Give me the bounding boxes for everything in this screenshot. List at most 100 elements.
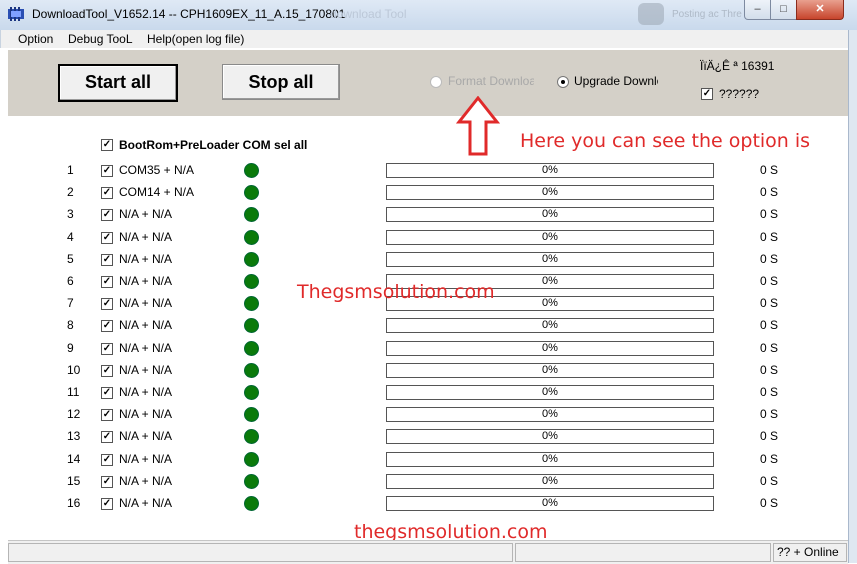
port-checkbox[interactable]: ✓	[101, 231, 113, 244]
port-checkbox[interactable]: ✓	[101, 409, 113, 422]
status-led-icon	[244, 274, 259, 289]
progress-bar: 0%	[386, 163, 714, 178]
elapsed-time: 0 S	[760, 473, 779, 488]
port-label: COM14 + N/A	[119, 185, 195, 200]
port-label: N/A + N/A	[119, 207, 173, 222]
up-arrow-annotation-icon	[456, 96, 500, 156]
row-number: 10	[67, 362, 81, 377]
option-checkbox-label: ??????	[719, 87, 760, 101]
elapsed-time: 0 S	[760, 496, 779, 510]
port-checkbox[interactable]: ✓	[101, 475, 113, 488]
progress-bar: 0%	[386, 229, 714, 245]
port-checkbox[interactable]: ✓	[101, 209, 113, 222]
background-thumbnail	[638, 3, 664, 25]
row-number: 14	[67, 451, 81, 466]
port-checkbox[interactable]: ✓	[101, 298, 113, 311]
select-all-checkbox[interactable]: ✓	[101, 139, 113, 151]
port-label: N/A + N/A	[119, 340, 173, 355]
port-checkbox[interactable]: ✓	[101, 253, 113, 266]
port-label: N/A + N/A	[119, 296, 173, 311]
status-cell-2	[515, 543, 771, 562]
minimize-button[interactable]: –	[744, 0, 771, 20]
elapsed-time: 0 S	[760, 385, 779, 399]
port-label: N/A + N/A	[119, 451, 173, 466]
row-number: 15	[67, 473, 81, 488]
port-checkbox[interactable]: ✓	[101, 342, 113, 355]
format-download-radio[interactable]	[430, 76, 442, 88]
port-label: N/A + N/A	[119, 385, 173, 399]
close-button[interactable]: ✕	[796, 0, 844, 20]
elapsed-time: 0 S	[760, 362, 779, 377]
status-led-icon	[244, 229, 259, 245]
annotation-note: Here you can see the option is	[520, 130, 811, 152]
status-cell-1	[8, 543, 513, 562]
port-label: N/A + N/A	[119, 473, 173, 488]
progress-bar: 0%	[386, 451, 714, 467]
format-download-label: Format Download	[448, 74, 534, 88]
port-label: N/A + N/A	[119, 318, 173, 333]
status-bar: ?? + Online	[8, 540, 848, 564]
row-number: 3	[67, 207, 74, 222]
port-label: N/A + N/A	[119, 496, 173, 510]
progress-bar: 0%	[386, 496, 714, 511]
port-label: N/A + N/A	[119, 274, 173, 288]
progress-bar: 0%	[386, 429, 714, 445]
status-led-icon	[244, 251, 259, 267]
stop-all-button[interactable]: Stop all	[222, 64, 340, 100]
elapsed-time: 0 S	[760, 251, 779, 266]
elapsed-time: 0 S	[760, 229, 779, 244]
port-label: N/A + N/A	[119, 429, 173, 444]
port-label: N/A + N/A	[119, 251, 173, 266]
title-bar[interactable]: DownloadTool_V1652.14 -- CPH1609EX_11_A.…	[0, 0, 857, 31]
progress-bar: 0%	[386, 318, 714, 334]
port-checkbox[interactable]: ✓	[101, 187, 113, 200]
online-status: ?? + Online	[777, 545, 839, 559]
status-led-icon	[244, 385, 259, 400]
port-checkbox[interactable]: ✓	[101, 498, 113, 510]
row-number: 7	[67, 296, 74, 311]
menu-option[interactable]: Option	[18, 32, 53, 46]
progress-bar: 0%	[386, 207, 714, 223]
status-led-icon	[244, 451, 259, 467]
option-checkbox[interactable]: ✓	[701, 88, 713, 100]
port-checkbox[interactable]: ✓	[101, 276, 113, 288]
menu-bar: Option Debug TooL Help(open log file)	[0, 30, 849, 48]
status-led-icon	[244, 318, 259, 334]
start-all-button[interactable]: Start all	[58, 64, 178, 102]
port-checkbox[interactable]: ✓	[101, 320, 113, 333]
elapsed-time: 0 S	[760, 296, 779, 311]
row-number: 5	[67, 251, 74, 266]
status-led-icon	[244, 163, 259, 178]
row-number: 4	[67, 229, 74, 244]
elapsed-time: 0 S	[760, 340, 779, 355]
menu-help[interactable]: Help(open log file)	[147, 32, 244, 46]
status-led-icon	[244, 496, 259, 511]
progress-bar: 0%	[386, 362, 714, 378]
status-led-icon	[244, 340, 259, 356]
progress-bar: 0%	[386, 473, 714, 489]
progress-bar: 0%	[386, 407, 714, 423]
row-number: 13	[67, 429, 81, 444]
upgrade-download-label: Upgrade Download	[574, 74, 658, 88]
port-label: N/A + N/A	[119, 362, 173, 377]
status-led-icon	[244, 296, 259, 312]
maximize-button[interactable]: □	[770, 0, 797, 20]
progress-bar: 0%	[386, 340, 714, 356]
menu-debug-tool[interactable]: Debug TooL	[68, 32, 133, 46]
status-led-icon	[244, 185, 259, 201]
port-label: COM35 + N/A	[119, 163, 195, 177]
upgrade-download-radio[interactable]	[557, 76, 569, 88]
port-checkbox[interactable]: ✓	[101, 165, 113, 177]
port-checkbox[interactable]: ✓	[101, 387, 113, 399]
port-checkbox[interactable]: ✓	[101, 431, 113, 444]
status-led-icon	[244, 473, 259, 489]
progress-bar: 0%	[386, 185, 714, 201]
elapsed-time: 0 S	[760, 451, 779, 466]
port-checkbox[interactable]: ✓	[101, 453, 113, 466]
background-window-text: Posting ac Thre	[672, 9, 742, 20]
window-right-border	[848, 30, 857, 563]
app-icon	[8, 7, 24, 21]
port-checkbox[interactable]: ✓	[101, 364, 113, 377]
port-label: N/A + N/A	[119, 407, 173, 422]
status-led-icon	[244, 429, 259, 445]
